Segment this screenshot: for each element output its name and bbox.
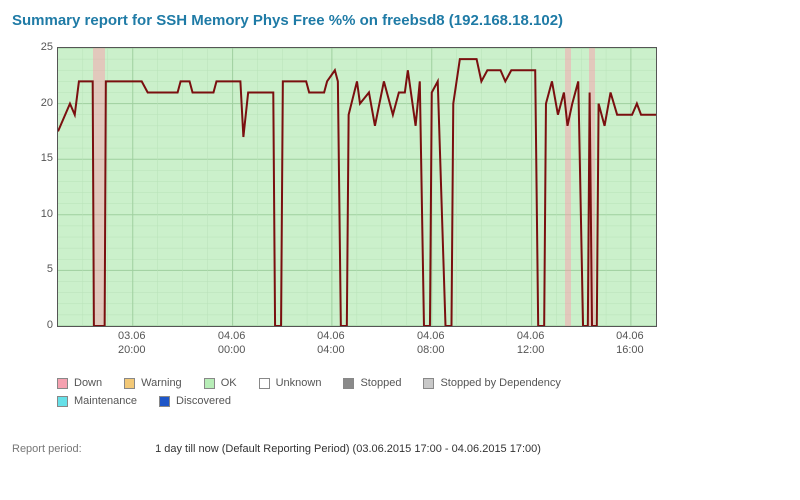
legend-label: Stopped by Dependency: [440, 377, 560, 389]
x-tick: 04.0616:00: [616, 329, 644, 357]
y-tick: 15: [41, 152, 53, 164]
y-tick: 10: [41, 208, 53, 220]
legend-label: Maintenance: [74, 395, 137, 407]
x-tick: 03.0620:00: [118, 329, 146, 357]
legend-item: OK: [204, 377, 237, 389]
legend-label: OK: [221, 377, 237, 389]
legend-item: Discovered: [159, 395, 231, 407]
y-tick: 0: [47, 319, 53, 331]
x-tick: 04.0612:00: [517, 329, 545, 357]
legend-label: Warning: [141, 377, 182, 389]
legend-item: Stopped by Dependency: [423, 377, 560, 389]
y-tick: 5: [47, 263, 53, 275]
legend-swatch: [124, 378, 135, 389]
report-period: Report period: 1 day till now (Default R…: [12, 443, 788, 455]
x-axis: 03.0620:00 04.0600:00 04.0604:00 04.0608:00…: [57, 329, 657, 367]
y-axis: 0510152025: [27, 47, 55, 327]
x-tick: 04.0604:00: [317, 329, 345, 357]
legend-item: Maintenance: [57, 395, 137, 407]
report-period-value: 1 day till now (Default Reporting Period…: [155, 443, 541, 455]
legend-label: Stopped: [360, 377, 401, 389]
legend-label: Unknown: [276, 377, 322, 389]
legend-item: Unknown: [259, 377, 322, 389]
legend-swatch: [204, 378, 215, 389]
legend-swatch: [57, 396, 68, 407]
report-period-label: Report period:: [12, 443, 152, 455]
x-tick: 04.0608:00: [417, 329, 445, 357]
y-tick: 25: [41, 41, 53, 53]
y-tick: 20: [41, 97, 53, 109]
plot-area: [57, 47, 657, 327]
legend-swatch: [159, 396, 170, 407]
legend-label: Discovered: [176, 395, 231, 407]
page-title: Summary report for SSH Memory Phys Free …: [12, 12, 788, 29]
legend-label: Down: [74, 377, 102, 389]
legend-swatch: [259, 378, 270, 389]
x-tick: 04.0600:00: [218, 329, 246, 357]
legend-item: Stopped: [343, 377, 401, 389]
legend-item: Warning: [124, 377, 182, 389]
legend-swatch: [57, 378, 68, 389]
legend-swatch: [343, 378, 354, 389]
legend: Down Warning OK Unknown Stopped Stopped by De…: [57, 377, 657, 413]
data-line: [58, 48, 656, 326]
legend-item: Down: [57, 377, 102, 389]
chart-area: 0510152025 03.0620:0004.0600:0004.0604:0…: [27, 47, 677, 367]
legend-swatch: [423, 378, 434, 389]
